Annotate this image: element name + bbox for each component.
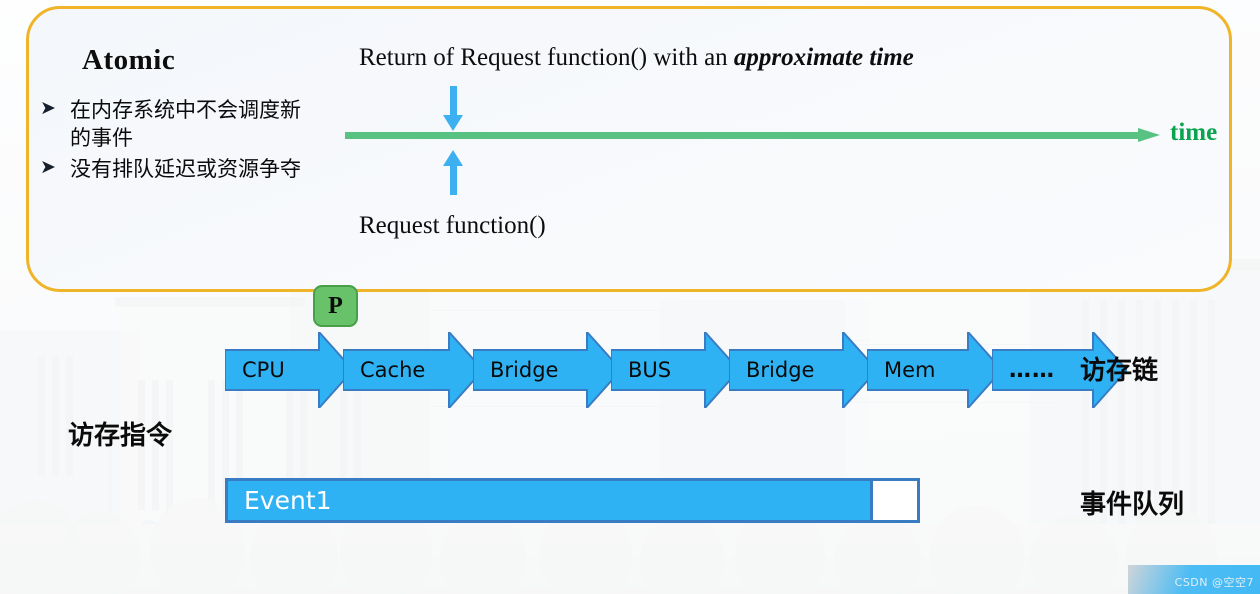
timeline-top-label: Return of Request function() with an app… [359, 44, 914, 72]
slide-canvas: Atomic ➤ 在内存系统中不会调度新的事件 ➤ 没有排队延迟或资源争夺 Re… [0, 0, 1260, 594]
chain-arrow-label: BUS [628, 358, 672, 382]
arrow-stem [450, 86, 457, 116]
axis-shaft [345, 132, 1139, 139]
event-queue-bar: Event1 [225, 478, 920, 523]
chain-arrow-label: Bridge [746, 358, 815, 382]
atomic-bullet-list: ➤ 在内存系统中不会调度新的事件 ➤ 没有排队延迟或资源争夺 [40, 96, 315, 185]
chain-arrow-label: …… [1009, 357, 1055, 383]
time-axis-label: time [1170, 119, 1218, 146]
arrow-up-icon [440, 149, 466, 195]
list-item: ➤ 在内存系统中不会调度新的事件 [40, 96, 315, 153]
chain-arrow-1[interactable]: CPU [225, 332, 353, 408]
chain-arrow-3[interactable]: Bridge [473, 332, 621, 408]
chain-arrow-6[interactable]: Mem [867, 332, 1002, 408]
event-queue-filled: Event1 [225, 478, 873, 523]
chain-arrow-label: CPU [242, 358, 285, 382]
event-queue-item-label: Event1 [244, 486, 332, 515]
processor-badge: P [313, 285, 358, 327]
chain-arrow-label: Bridge [490, 358, 559, 382]
arrow-bullet-icon: ➤ [40, 97, 56, 119]
chain-arrow-2[interactable]: Cache [343, 332, 483, 408]
event-queue-empty-slot [873, 478, 920, 523]
atomic-title: Atomic [82, 44, 176, 76]
axis-arrow-head [1138, 128, 1160, 142]
arrow-stem [450, 165, 457, 195]
list-item-label: 在内存系统中不会调度新的事件 [70, 98, 301, 151]
time-axis-arrow [345, 128, 1160, 142]
chain-arrow-5[interactable]: Bridge [729, 332, 877, 408]
chain-arrow-label: Mem [884, 358, 936, 382]
arrow-down-icon [440, 86, 466, 132]
arrow-head [443, 150, 463, 166]
chain-arrow-label: Cache [360, 358, 426, 382]
event-queue-label: 事件队列 [1080, 490, 1185, 520]
access-chain-label: 访存链 [1080, 356, 1159, 386]
watermark-text: CSDN @空空7 [1174, 576, 1254, 589]
access-instruction-label: 访存指令 [68, 421, 173, 451]
timeline-top-label-emphasis: approximate time [733, 44, 914, 71]
timeline-bottom-label: Request function() [359, 212, 546, 239]
list-item-label: 没有排队延迟或资源争夺 [70, 156, 301, 181]
arrow-bullet-icon: ➤ [40, 155, 56, 178]
timeline-top-label-plain: Return of Request function() with an [359, 44, 734, 71]
chain-arrow-4[interactable]: BUS [611, 332, 739, 408]
list-item: ➤ 没有排队延迟或资源争夺 [40, 155, 315, 183]
